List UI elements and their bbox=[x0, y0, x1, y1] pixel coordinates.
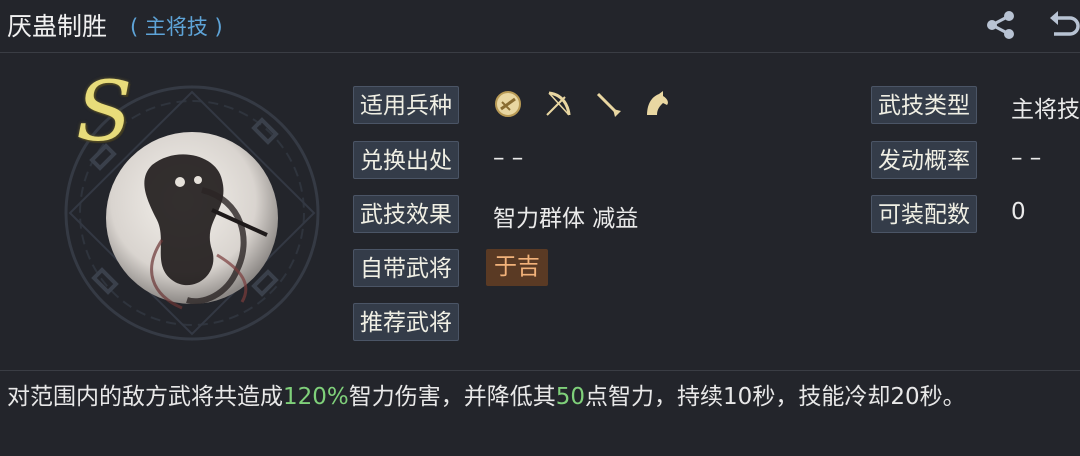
header-bar: 厌蛊制胜 ( 主将技 ) bbox=[0, 0, 1080, 53]
desc-text-3: 点智力，持续10秒，技能冷却20秒。 bbox=[585, 384, 966, 410]
desc-damage-value: 120% bbox=[283, 384, 349, 410]
label-built-in-general: 自带武将 bbox=[353, 249, 459, 287]
share-icon[interactable] bbox=[984, 8, 1018, 42]
label-skill-effect: 武技效果 bbox=[353, 195, 459, 233]
horse-icon bbox=[647, 91, 668, 115]
built-in-general-chip[interactable]: 于吉 bbox=[486, 249, 548, 286]
label-recommended-general: 推荐武将 bbox=[353, 303, 459, 341]
label-skill-type: 武技类型 bbox=[871, 86, 977, 124]
section-divider bbox=[0, 370, 1080, 371]
equip-count-value: 0 bbox=[1011, 199, 1026, 225]
skill-effect-value: 智力群体 减益 bbox=[493, 206, 639, 232]
shield-icon bbox=[495, 91, 521, 117]
skill-title: 厌蛊制胜 bbox=[7, 12, 108, 41]
label-trigger-rate: 发动概率 bbox=[871, 141, 977, 179]
return-icon[interactable] bbox=[1044, 8, 1080, 42]
desc-text-1: 对范围内的敌方武将共造成 bbox=[7, 384, 283, 410]
label-equip-count: 可装配数 bbox=[871, 195, 977, 233]
desc-text-2: 智力伤害，并降低其 bbox=[348, 384, 556, 410]
label-redeem-source: 兑换出处 bbox=[353, 141, 459, 179]
skill-grade-badge: S bbox=[76, 65, 133, 160]
spear-icon bbox=[596, 92, 621, 117]
trigger-rate-value: – – bbox=[1011, 145, 1042, 171]
redeem-source-value: – – bbox=[493, 145, 524, 171]
bow-icon bbox=[546, 91, 571, 116]
skill-type-value: 主将技 bbox=[1011, 97, 1080, 123]
skill-description: 对范围内的敌方武将共造成120%智力伤害，并降低其50点智力，持续10秒，技能冷… bbox=[7, 378, 1079, 416]
label-troop-types: 适用兵种 bbox=[353, 86, 459, 124]
skill-type-subtitle: ( 主将技 ) bbox=[130, 15, 223, 39]
desc-debuff-value: 50 bbox=[555, 384, 586, 410]
